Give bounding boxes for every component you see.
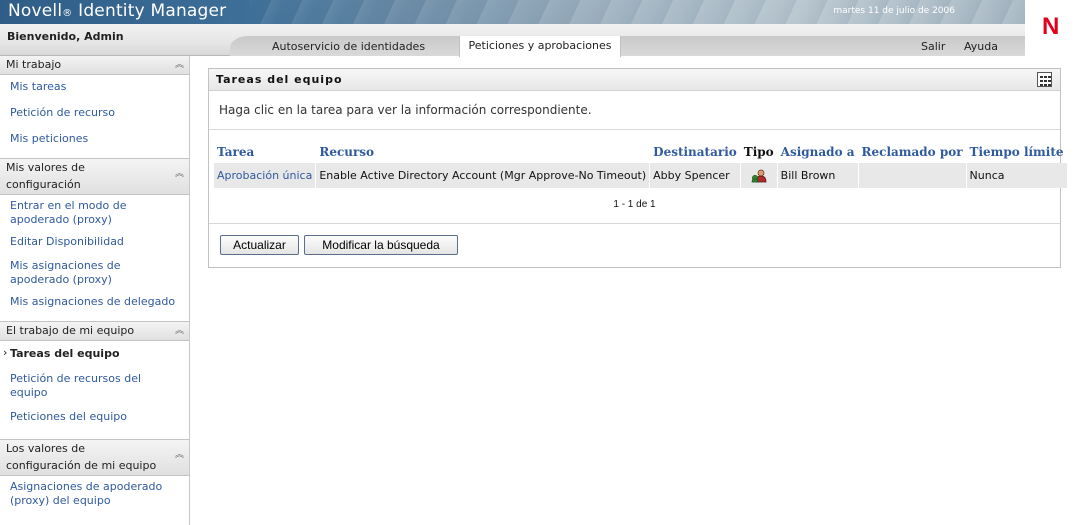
column-header-claimed-by[interactable]: Reclamado por (859, 141, 966, 163)
section-title-line2: configuración (6, 178, 81, 191)
tab-identity-self-service[interactable]: Autoservicio de identidades (272, 37, 425, 56)
instructions-text: Haga clic en la tarea para ver la inform… (219, 103, 592, 117)
divider (209, 129, 1060, 130)
section-title: Mi trabajo (6, 58, 62, 71)
welcome-text: Bienvenido, Admin (7, 30, 124, 43)
nav-resource-request[interactable]: Petición de recurso (0, 103, 189, 123)
nav-team-tasks[interactable]: Tareas del equipo (0, 344, 189, 364)
nav-edit-availability[interactable]: Editar Disponibilidad (0, 232, 189, 252)
nav-my-requests[interactable]: Mis peticiones (0, 129, 189, 149)
section-team-work-header[interactable]: El trabajo de mi equipo ︽ (0, 321, 189, 341)
nav-my-tasks[interactable]: Mis tareas (0, 77, 189, 97)
resource-cell: Enable Active Directory Account (Mgr App… (316, 163, 650, 188)
refresh-button[interactable]: Actualizar (220, 235, 299, 255)
pagination-info: 1 - 1 de 1 (613, 199, 656, 210)
section-my-work-header[interactable]: Mi trabajo ︽ (0, 56, 189, 75)
nav-team-resource-request[interactable]: Petición de recursos del equipo (0, 369, 189, 403)
section-title: Los valores de (6, 442, 85, 455)
column-header-deadline[interactable]: Tiempo límite (967, 141, 1067, 163)
sidebar: Mi trabajo ︽ Mis tareas Petición de recu… (0, 56, 190, 525)
novell-logo: N (1025, 0, 1079, 56)
nav-team-requests[interactable]: Peticiones del equipo (0, 407, 189, 427)
nav-enter-proxy-mode[interactable]: Entrar en el modo de apoderado (proxy) (0, 196, 189, 230)
type-cell (740, 163, 777, 188)
collapse-icon[interactable]: ︽ (174, 60, 185, 70)
column-header-resource[interactable]: Recurso (316, 141, 649, 163)
current-date: martes 11 de julio de 2006 (833, 6, 955, 16)
user-group-icon (751, 169, 767, 183)
team-tasks-panel: Tareas del equipo Haga clic en la tarea … (208, 68, 1067, 268)
nav-team-proxy-assignments[interactable]: Asignaciones de apoderado (proxy) del eq… (0, 477, 189, 511)
collapse-icon[interactable]: ︽ (174, 169, 185, 179)
table-row[interactable]: Aprobación única Enable Active Directory… (214, 163, 1067, 188)
tab-requests-approvals[interactable]: Peticiones y aprobaciones (459, 36, 621, 57)
section-title: El trabajo de mi equipo (6, 324, 135, 337)
claimed-by-cell (858, 163, 966, 188)
modify-search-button[interactable]: Modificar la búsqueda (304, 235, 458, 255)
task-table: Tarea Recurso Destinatario Tipo Asignado… (213, 141, 1068, 188)
nav-my-proxy-assignments[interactable]: Mis asignaciones de apoderado (proxy) (0, 256, 189, 290)
column-settings-icon[interactable] (1037, 72, 1052, 87)
column-header-type: Tipo (743, 145, 774, 159)
header: Novell® Identity Manager martes 11 de ju… (0, 0, 1079, 57)
column-header-assigned-to[interactable]: Asignado a (778, 141, 858, 163)
panel-title: Tareas del equipo (216, 73, 343, 86)
section-team-settings-header[interactable]: Los valores de configuración de mi equip… (0, 439, 189, 476)
help-link[interactable]: Ayuda (964, 37, 998, 56)
panel-header: Tareas del equipo (209, 69, 1060, 91)
section-title: Mis valores de (6, 161, 85, 174)
collapse-icon[interactable]: ︽ (174, 450, 185, 460)
column-header-task[interactable]: Tarea (214, 141, 315, 163)
recipient-cell: Abby Spencer (650, 163, 740, 188)
assigned-to-cell: Bill Brown (777, 163, 858, 188)
nav-my-delegate-assignments[interactable]: Mis asignaciones de delegado (0, 292, 189, 312)
column-header-recipient[interactable]: Destinatario (650, 141, 740, 163)
section-my-settings-header[interactable]: Mis valores de configuración ︽ (0, 158, 189, 195)
app-title: Novell® Identity Manager (8, 1, 227, 21)
task-link[interactable]: Aprobación única (214, 163, 316, 188)
banner: Novell® Identity Manager martes 11 de ju… (0, 0, 1025, 24)
deadline-cell: Nunca (966, 163, 1067, 188)
section-title-line2: configuración de mi equipo (6, 459, 157, 472)
table-header-row: Tarea Recurso Destinatario Tipo Asignado… (214, 141, 1067, 163)
collapse-icon[interactable]: ︽ (174, 326, 185, 336)
logout-link[interactable]: Salir (921, 37, 945, 56)
divider (209, 223, 1060, 224)
